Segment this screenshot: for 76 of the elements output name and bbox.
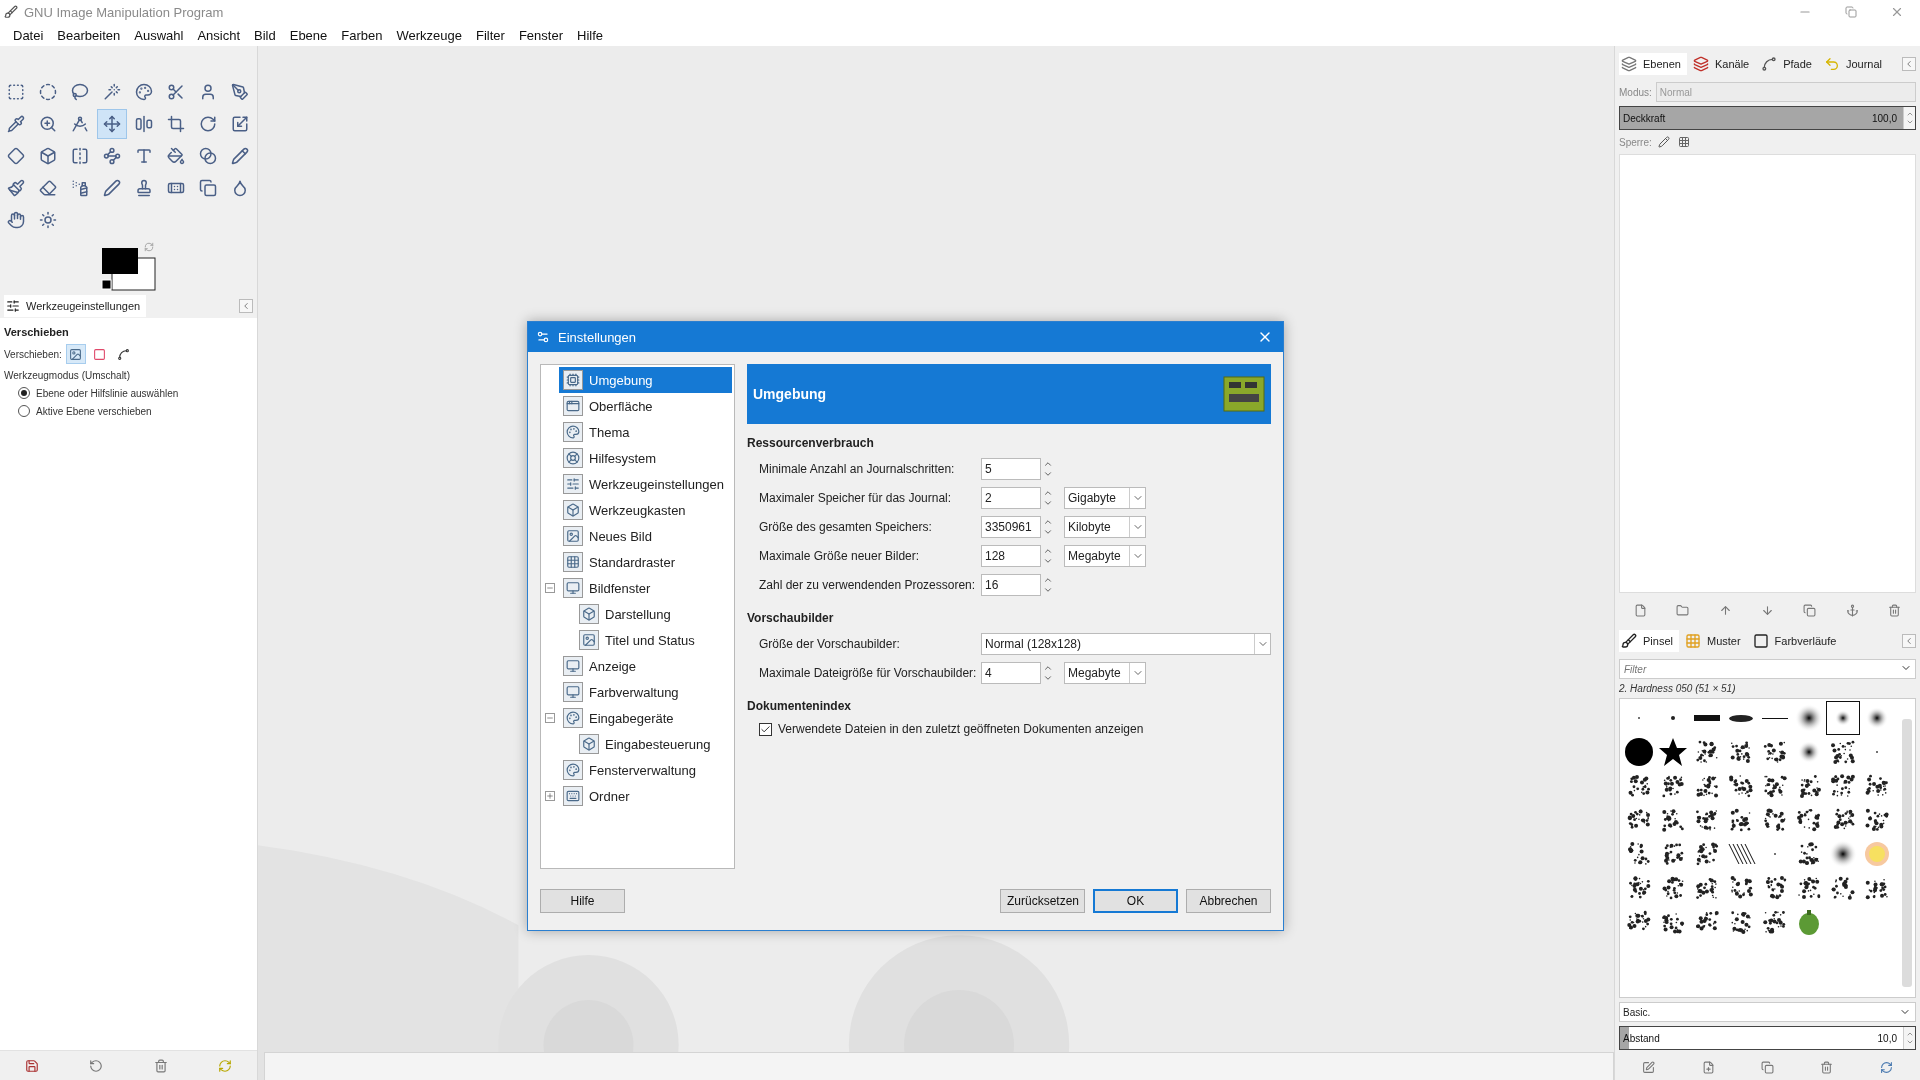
menu-item[interactable]: Werkzeuge <box>389 25 470 45</box>
tree-item[interactable]: Werkzeugeinstellungen <box>559 471 732 497</box>
spacing-slider[interactable]: Abstand 10,0 <box>1619 1026 1916 1050</box>
menu-item[interactable]: Bild <box>247 25 283 45</box>
dock-tab[interactable]: Muster <box>1682 630 1747 652</box>
spin-field[interactable]: 128 <box>981 544 1041 567</box>
window-title: GNU Image Manipulation Program <box>24 4 225 20</box>
menu-item[interactable]: Ansicht <box>190 25 248 45</box>
field-label: Minimale Anzahl an Journalschritten: <box>759 461 956 476</box>
tree-item[interactable]: Standardraster <box>559 549 732 575</box>
dialog-button[interactable]: Zurücksetzen <box>1000 889 1085 913</box>
option-label: Werkzeugmodus (Umschalt) <box>4 370 131 381</box>
dialog-title: Einstellungen <box>558 329 638 345</box>
unit-dropdown[interactable]: Gigabyte <box>1064 486 1146 509</box>
tree-item[interactable]: Umgebung <box>559 367 732 393</box>
unit-dropdown[interactable]: Megabyte <box>1064 544 1146 567</box>
section-title: Ressourcenverbrauch <box>747 436 875 450</box>
unit-dropdown[interactable]: Megabyte <box>1064 661 1146 684</box>
menu-item[interactable]: Farben <box>334 25 390 45</box>
dock-tab[interactable]: Kanäle <box>1690 53 1756 75</box>
menu-item[interactable]: Fenster <box>511 25 570 45</box>
field-label: Größe der Vorschaubilder: <box>759 636 901 651</box>
field-label: Größe des gesamten Speichers: <box>759 519 933 534</box>
size-dropdown[interactable]: Normal (128x128) <box>981 632 1271 655</box>
dialog-button[interactable]: Hilfe <box>540 889 625 913</box>
dock-tab[interactable]: Journal <box>1821 53 1889 75</box>
tree-item[interactable]: Farbverwaltung <box>559 679 732 705</box>
menu-item[interactable]: Auswahl <box>127 25 191 45</box>
field-label: Maximale Größe neuer Bilder: <box>759 548 921 563</box>
tree-item[interactable]: Eingabesteuerung <box>575 731 732 757</box>
brush-name: 2. Hardness 050 (51 × 51) <box>1619 683 1737 694</box>
options-heading: Verschieben <box>4 326 70 338</box>
section-title: Dokumentenindex <box>747 699 852 713</box>
tree-item[interactable]: Werkzeugkasten <box>559 497 732 523</box>
dock-tab[interactable]: Pfade <box>1759 53 1818 75</box>
menu-item[interactable]: Datei <box>6 25 51 45</box>
spin-field[interactable]: 16 <box>981 573 1041 596</box>
preset-dropdown[interactable]: Basic. <box>1619 1002 1916 1022</box>
menu-item[interactable]: Filter <box>469 25 512 45</box>
tree-item[interactable]: Ordner <box>559 783 732 809</box>
menu-item[interactable]: Hilfe <box>570 25 610 45</box>
lock-label: Sperre: <box>1619 136 1652 148</box>
unit-dropdown[interactable]: Kilobyte <box>1064 515 1146 538</box>
radio-label: Aktive Ebene verschieben <box>36 405 152 417</box>
option-label: Verschieben: <box>4 348 62 360</box>
menu-item[interactable]: Ebene <box>282 25 335 45</box>
banner-title: Umgebung <box>753 386 827 402</box>
spin-field[interactable]: 5 <box>981 457 1041 480</box>
filter-field[interactable]: Filter <box>1619 659 1916 679</box>
spin-field[interactable]: 2 <box>981 486 1041 509</box>
spin-field[interactable]: 4 <box>981 661 1041 684</box>
tree-item[interactable]: Eingabegeräte <box>559 705 732 731</box>
section-title: Vorschaubilder <box>747 611 835 625</box>
dock-tab[interactable]: Pinsel <box>1619 630 1679 652</box>
tree-item[interactable]: Anzeige <box>559 653 732 679</box>
tree-item[interactable]: Oberfläche <box>559 393 732 419</box>
dock-tab[interactable]: Ebenen <box>1619 53 1687 75</box>
field-label: Maximaler Speicher für das Journal: <box>759 490 953 505</box>
mode-label: Modus: <box>1619 86 1652 98</box>
dialog-button[interactable]: OK <box>1093 889 1178 913</box>
field-label: Zahl der zu verwendenden Prozessoren: <box>759 577 973 592</box>
dock-tab[interactable]: Werkzeugeinstellungen <box>4 295 147 317</box>
dock-tab[interactable]: Farbverläufe <box>1750 630 1843 652</box>
spin-field[interactable]: 3350961 <box>981 515 1041 538</box>
tree-item[interactable]: Titel und Status <box>575 627 732 653</box>
checkbox-label: Verwendete Dateien in den zuletzt geöffneten Dokumenten anzeigen <box>778 722 1144 736</box>
tree-item[interactable]: Neues Bild <box>559 523 732 549</box>
tree-item[interactable]: Darstellung <box>575 601 732 627</box>
tree-item[interactable]: Thema <box>559 419 732 445</box>
tree-item[interactable]: Hilfesystem <box>559 445 732 471</box>
radio-label: Ebene oder Hilfslinie auswählen <box>36 387 179 399</box>
menu-item[interactable]: Bearbeiten <box>50 25 128 45</box>
opacity-slider[interactable]: Deckkraft 100,0 <box>1619 106 1916 130</box>
dialog-button[interactable]: Abbrechen <box>1186 889 1271 913</box>
tree-item[interactable]: Bildfenster <box>559 575 732 601</box>
tree-item[interactable]: Fensterverwaltung <box>559 757 732 783</box>
